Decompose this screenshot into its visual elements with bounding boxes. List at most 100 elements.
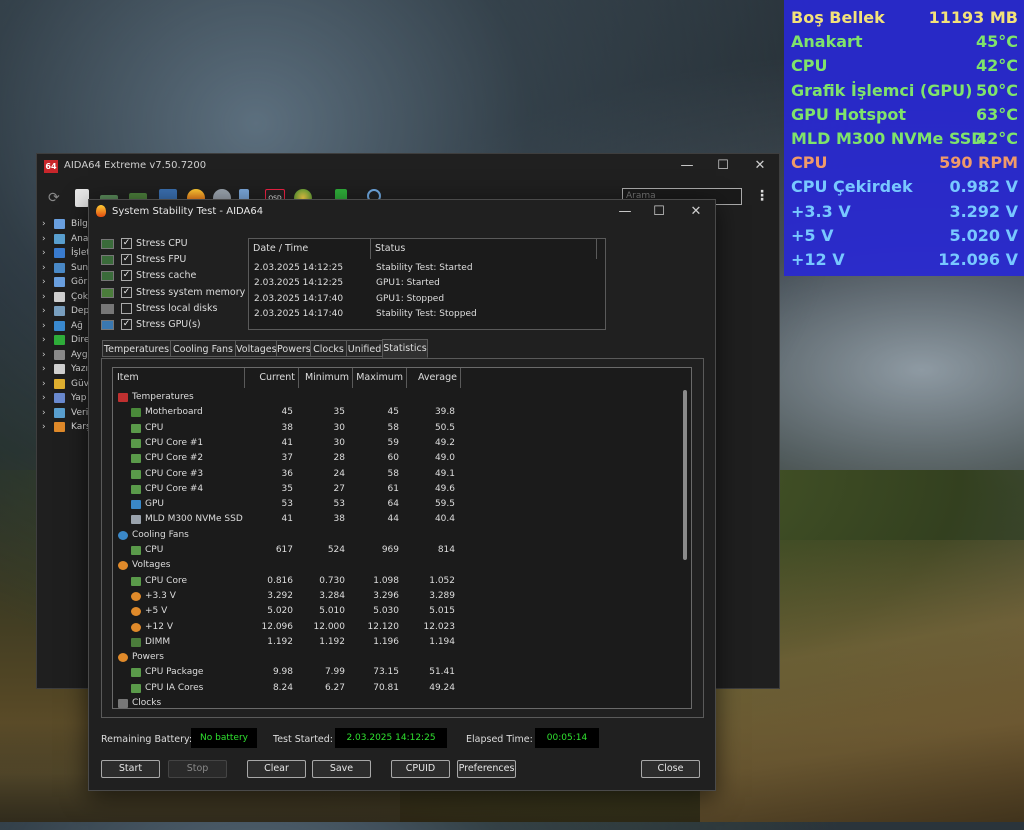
minimize-icon[interactable]: — bbox=[677, 158, 697, 173]
table-row[interactable]: Motherboard 45 35 45 39.8 bbox=[113, 405, 683, 420]
row-label: Clocks bbox=[132, 698, 162, 708]
table-row[interactable]: CPU Core #3 36 24 58 49.1 bbox=[113, 467, 683, 482]
current-value: 53 bbox=[281, 499, 293, 510]
table-row[interactable]: +12 V 12.096 12.000 12.120 12.023 bbox=[113, 620, 683, 635]
chevron-right-icon[interactable]: › bbox=[42, 391, 46, 405]
maximize-icon[interactable]: ☐ bbox=[649, 204, 669, 219]
statistics-panel: Item Current Minimum Maximum Average Tem… bbox=[101, 358, 704, 718]
chevron-right-icon[interactable]: › bbox=[42, 304, 46, 318]
table-row[interactable]: MLD M300 NVMe SSD 41 38 44 40.4 bbox=[113, 512, 683, 527]
chevron-right-icon[interactable]: › bbox=[42, 377, 46, 391]
maximum-value: 45 bbox=[387, 407, 399, 418]
log-header-date[interactable]: Date / Time bbox=[249, 239, 371, 259]
chevron-right-icon[interactable]: › bbox=[42, 406, 46, 420]
current-value: 36 bbox=[281, 468, 293, 479]
checkbox[interactable]: ✓ bbox=[121, 254, 132, 266]
chevron-right-icon[interactable]: › bbox=[42, 246, 46, 260]
col-header-current[interactable]: Current bbox=[245, 368, 299, 388]
clear-button[interactable]: Clear bbox=[247, 760, 306, 778]
group-row[interactable]: Voltages bbox=[113, 558, 683, 573]
chevron-right-icon[interactable]: › bbox=[42, 420, 46, 434]
tab-statistics[interactable]: Statistics bbox=[382, 339, 428, 358]
preferences-button[interactable]: Preferences bbox=[457, 760, 516, 778]
average-value: 1.194 bbox=[429, 636, 455, 647]
log-header-status[interactable]: Status bbox=[371, 239, 597, 259]
average-value: 51.41 bbox=[429, 667, 455, 678]
log-row[interactable]: 2.03.2025 14:17:40 Stability Test: Stoppe… bbox=[249, 307, 597, 322]
start-button[interactable]: Start bbox=[101, 760, 160, 778]
tab-clocks[interactable]: Clocks bbox=[310, 340, 347, 357]
checkbox[interactable]: ✓ bbox=[121, 286, 132, 298]
tab-temperatures[interactable]: Temperatures bbox=[102, 340, 171, 357]
table-row[interactable]: CPU Core #2 37 28 60 49.0 bbox=[113, 451, 683, 466]
chevron-right-icon[interactable]: › bbox=[42, 261, 46, 275]
report-icon[interactable] bbox=[75, 189, 89, 207]
table-row[interactable]: CPU Core #1 41 30 59 49.2 bbox=[113, 436, 683, 451]
minimum-value: 7.99 bbox=[324, 667, 345, 678]
current-value: 617 bbox=[275, 545, 293, 555]
tab-cooling-fans[interactable]: Cooling Fans bbox=[170, 340, 236, 357]
table-row[interactable]: CPU 617 524 969 814 bbox=[113, 543, 683, 558]
table-row[interactable]: CPU IA Cores 8.24 6.27 70.81 49.24 bbox=[113, 681, 683, 696]
osd-value: 63°C bbox=[975, 104, 1018, 124]
table-row[interactable]: +3.3 V 3.292 3.284 3.296 3.289 bbox=[113, 589, 683, 604]
checkbox[interactable]: ✓ bbox=[121, 319, 132, 330]
col-header-minimum[interactable]: Minimum bbox=[299, 368, 353, 388]
table-row[interactable]: +5 V 5.020 5.010 5.030 5.015 bbox=[113, 604, 683, 619]
chevron-right-icon[interactable]: › bbox=[42, 275, 46, 289]
table-row[interactable]: GPU 53 53 64 59.5 bbox=[113, 497, 683, 512]
osd-label: Boş Bellek bbox=[791, 8, 885, 27]
checkbox[interactable]: ✓ bbox=[121, 270, 132, 282]
cpuid-button[interactable]: CPUID bbox=[391, 760, 450, 778]
group-row[interactable]: Cooling Fans bbox=[113, 528, 683, 543]
col-header-maximum[interactable]: Maximum bbox=[353, 368, 407, 388]
table-row[interactable]: CPU Package 9.98 7.99 73.15 51.41 bbox=[113, 665, 683, 680]
flame-icon bbox=[96, 205, 106, 217]
checkbox[interactable] bbox=[121, 302, 132, 314]
chevron-right-icon[interactable]: › bbox=[42, 333, 46, 347]
row-label: MLD M300 NVMe SSD bbox=[145, 514, 243, 525]
tab-voltages[interactable]: Voltages bbox=[235, 340, 277, 357]
current-value: 41 bbox=[281, 437, 293, 448]
refresh-icon[interactable]: ⟳ bbox=[48, 189, 66, 207]
chevron-right-icon[interactable]: › bbox=[42, 362, 46, 376]
tab-unified[interactable]: Unified bbox=[346, 340, 383, 357]
close-button[interactable]: Close bbox=[641, 760, 700, 778]
group-row[interactable]: Clocks bbox=[113, 696, 683, 708]
minimum-value: 12.000 bbox=[313, 621, 346, 632]
chevron-right-icon[interactable]: › bbox=[42, 232, 46, 246]
voltage-icon bbox=[131, 622, 141, 632]
table-row[interactable]: CPU Core 0.816 0.730 1.098 1.052 bbox=[113, 574, 683, 589]
close-icon[interactable]: ✕ bbox=[750, 158, 770, 173]
chevron-right-icon[interactable]: › bbox=[42, 290, 46, 304]
row-label: CPU Package bbox=[145, 667, 204, 678]
stop-button[interactable]: Stop bbox=[168, 760, 227, 778]
chevron-right-icon[interactable]: › bbox=[42, 348, 46, 362]
thermometer-icon bbox=[118, 393, 128, 402]
minimize-icon[interactable]: — bbox=[615, 204, 635, 219]
grid-scrollbar[interactable] bbox=[683, 390, 687, 560]
tree-item-label: Güv bbox=[71, 378, 90, 389]
checkbox[interactable]: ✓ bbox=[121, 238, 132, 249]
more-options-icon[interactable]: ⋮ bbox=[755, 188, 769, 204]
chevron-right-icon[interactable]: › bbox=[42, 217, 46, 231]
log-row[interactable]: 2.03.2025 14:12:25 GPU1: Started bbox=[249, 276, 597, 291]
close-icon[interactable]: ✕ bbox=[686, 204, 706, 219]
save-button[interactable]: Save bbox=[312, 760, 371, 778]
row-label: CPU Core bbox=[145, 575, 187, 586]
table-row[interactable]: CPU Core #4 35 27 61 49.6 bbox=[113, 482, 683, 497]
table-row[interactable]: CPU 38 30 58 50.5 bbox=[113, 421, 683, 436]
col-header-average[interactable]: Average bbox=[407, 368, 461, 388]
log-row[interactable]: 2.03.2025 14:17:40 GPU1: Stopped bbox=[249, 292, 597, 307]
col-header-item[interactable]: Item bbox=[113, 368, 245, 388]
log-date: 2.03.2025 14:12:25 bbox=[254, 263, 344, 273]
group-row[interactable]: Temperatures bbox=[113, 390, 683, 405]
log-row[interactable]: 2.03.2025 14:12:25 Stability Test: Starte… bbox=[249, 261, 597, 276]
maximize-icon[interactable]: ☐ bbox=[713, 158, 733, 173]
chevron-right-icon[interactable]: › bbox=[42, 319, 46, 333]
group-row[interactable]: Powers bbox=[113, 650, 683, 665]
table-row[interactable]: DIMM 1.192 1.192 1.196 1.194 bbox=[113, 635, 683, 650]
tab-powers[interactable]: Powers bbox=[276, 340, 311, 357]
category-icon bbox=[54, 291, 65, 302]
maximum-value: 60 bbox=[387, 453, 399, 464]
